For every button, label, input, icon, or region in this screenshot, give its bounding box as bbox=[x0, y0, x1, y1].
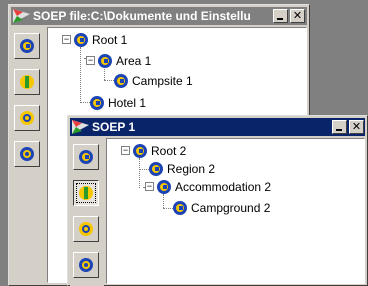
tree-item-label: Campground 2 bbox=[191, 201, 271, 215]
region-icon bbox=[79, 258, 93, 272]
title-bar[interactable]: SOEP 1 ✕ bbox=[70, 118, 365, 136]
node-c-icon bbox=[98, 54, 112, 68]
window-title: SOEP 1 bbox=[92, 120, 136, 134]
title-bar[interactable]: SOEP file:C:\Dokumente und Einstellu ✕ bbox=[11, 7, 307, 25]
region-tool-button[interactable] bbox=[73, 252, 99, 278]
tree-item-campground[interactable]: Campground 2 bbox=[107, 200, 327, 217]
tree-item-label: Region 2 bbox=[167, 162, 216, 176]
tree-item-campsite[interactable]: Campsite 1 bbox=[48, 73, 248, 90]
tree-item-area[interactable]: − Area 1 bbox=[48, 53, 248, 70]
accommodation-tool-button[interactable] bbox=[14, 105, 40, 131]
minimize-button[interactable] bbox=[332, 120, 347, 134]
minimize-button[interactable] bbox=[273, 9, 288, 23]
tree-item-label: Campsite 1 bbox=[132, 74, 193, 88]
area-icon bbox=[79, 186, 93, 200]
node-c-icon bbox=[90, 96, 104, 110]
soep-logo-icon bbox=[13, 9, 30, 23]
node-c-icon bbox=[173, 201, 187, 215]
tree-item-hotel[interactable]: Hotel 1 bbox=[48, 95, 248, 112]
window-child: SOEP 1 ✕ − Root 2 Region 2 − Accommodati… bbox=[67, 115, 368, 286]
area-tool-button[interactable] bbox=[14, 69, 40, 95]
tree-item-label: Area 1 bbox=[116, 54, 152, 68]
accommodation-icon bbox=[79, 222, 93, 236]
campsite-icon bbox=[20, 39, 34, 53]
tree-item-root[interactable]: − Root 2 bbox=[107, 143, 307, 160]
campsite-tool-button[interactable] bbox=[73, 144, 99, 170]
tree-item-label: Hotel 1 bbox=[108, 96, 147, 110]
node-c-icon bbox=[133, 144, 147, 158]
soep-logo-icon bbox=[72, 120, 89, 134]
tool-palette bbox=[11, 27, 45, 283]
area-tool-button[interactable] bbox=[73, 180, 99, 206]
node-c-icon bbox=[74, 33, 88, 47]
tree-view[interactable]: − Root 2 Region 2 − Accommodation 2 Camp… bbox=[106, 138, 365, 284]
tree-item-region[interactable]: Region 2 bbox=[107, 161, 307, 178]
node-c-icon bbox=[157, 180, 171, 194]
collapse-toggle[interactable]: − bbox=[62, 35, 71, 44]
collapse-toggle[interactable]: − bbox=[145, 182, 154, 191]
tree-item-accommodation[interactable]: − Accommodation 2 bbox=[107, 179, 327, 196]
close-button[interactable]: ✕ bbox=[349, 120, 364, 134]
tree-item-label: Root 1 bbox=[92, 33, 128, 47]
region-tool-button[interactable] bbox=[14, 141, 40, 167]
campsite-tool-button[interactable] bbox=[14, 33, 40, 59]
region-icon bbox=[20, 147, 34, 161]
collapse-toggle[interactable]: − bbox=[86, 56, 95, 65]
collapse-toggle[interactable]: − bbox=[121, 146, 130, 155]
accommodation-icon bbox=[20, 111, 34, 125]
node-c-icon bbox=[114, 74, 128, 88]
node-c-icon bbox=[149, 162, 163, 176]
tree-item-label: Accommodation 2 bbox=[175, 180, 272, 194]
area-icon bbox=[20, 75, 34, 89]
tool-palette bbox=[70, 138, 104, 286]
close-button[interactable]: ✕ bbox=[290, 9, 305, 23]
accommodation-tool-button[interactable] bbox=[73, 216, 99, 242]
window-title: SOEP file:C:\Dokumente und Einstellu bbox=[33, 9, 251, 23]
tree-item-label: Root 2 bbox=[151, 144, 187, 158]
tree-item-root[interactable]: − Root 1 bbox=[48, 32, 248, 49]
campsite-icon bbox=[79, 150, 93, 164]
